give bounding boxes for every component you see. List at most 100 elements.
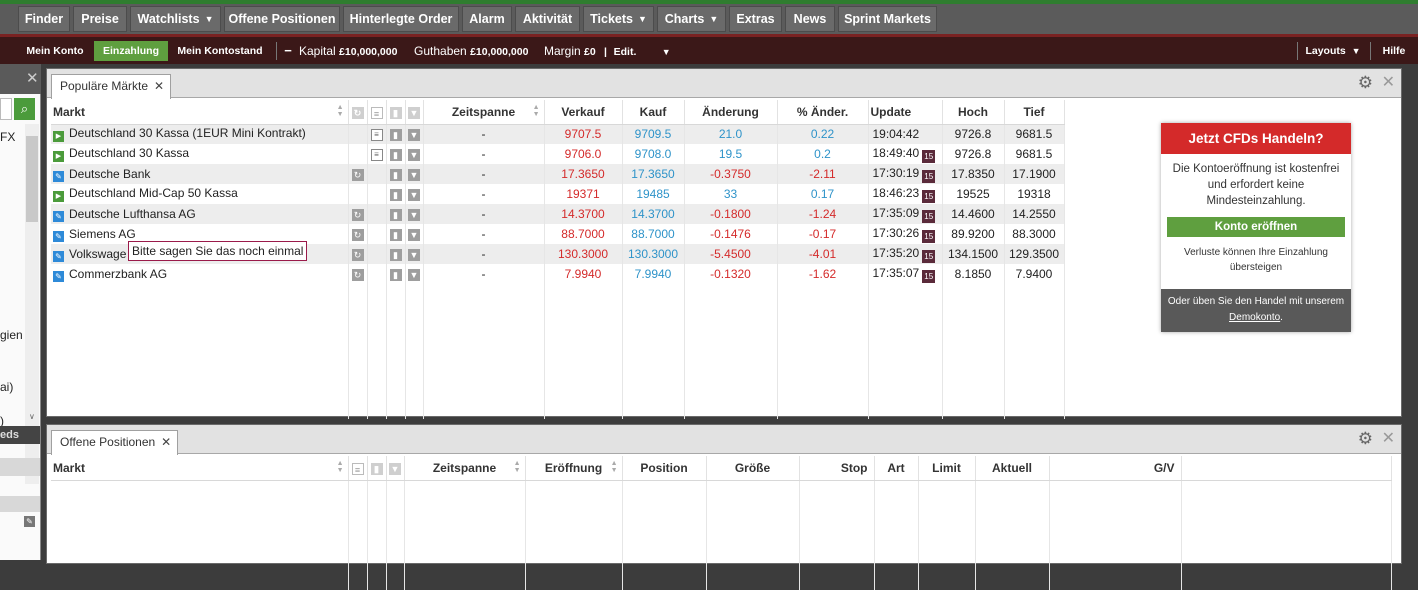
chevron-down-icon[interactable]: ▼	[408, 208, 420, 221]
nav-watchlists[interactable]: Watchlists ▼	[130, 6, 221, 32]
market-name[interactable]: Deutschland 30 Kassa	[69, 146, 189, 160]
market-name[interactable]: Deutschland Mid-Cap 50 Kassa	[69, 186, 238, 200]
chevron-down-icon[interactable]: ▼	[408, 188, 420, 201]
play-icon[interactable]: ▶	[53, 131, 64, 143]
hilfe-button[interactable]: Hilfe	[1376, 41, 1412, 61]
scroll-down-icon[interactable]: ∨	[29, 412, 35, 421]
kauf-cell[interactable]: 9708.0	[622, 144, 685, 164]
verkauf-cell[interactable]: 88.7000	[544, 224, 623, 244]
chevron-down-icon[interactable]: ▼	[408, 168, 420, 181]
market-name[interactable]: Volkswage	[69, 247, 126, 261]
nav-news[interactable]: News	[785, 6, 835, 32]
verkauf-cell[interactable]: 19371	[544, 184, 623, 204]
kontostand-button[interactable]: Mein Kontostand	[172, 41, 268, 61]
nav-charts[interactable]: Charts ▼	[657, 6, 726, 32]
play-icon[interactable]: ▶	[53, 191, 64, 202]
left-list-item[interactable]: eds	[0, 426, 40, 444]
bar-chart-icon[interactable]: ▮	[389, 168, 402, 181]
verkauf-cell[interactable]: 9707.5	[544, 124, 623, 144]
tab-offene-positionen[interactable]: Offene Positionen ✕	[51, 430, 179, 455]
nav-alarm[interactable]: Alarm	[462, 6, 512, 32]
nav-extras[interactable]: Extras	[729, 6, 782, 32]
pencil-icon[interactable]: ✎	[53, 230, 64, 242]
close-icon[interactable]: ✕	[1382, 428, 1395, 448]
kauf-cell[interactable]: 14.3700	[622, 204, 685, 224]
sort-icon[interactable]: ▲ ▼	[337, 460, 344, 474]
col-header-stop[interactable]: Stop	[799, 456, 875, 481]
kauf-cell[interactable]: 7.9940	[622, 264, 685, 284]
pencil-icon[interactable]: ✎	[53, 170, 64, 182]
tab-populaere-maerkte[interactable]: Populäre Märkte ✕	[51, 74, 172, 99]
nav-preise[interactable]: Preise	[73, 6, 127, 32]
col-header-verkauf[interactable]: Verkauf	[544, 100, 623, 125]
col-header-art[interactable]: Art	[874, 456, 919, 481]
bar-chart-icon[interactable]: ▮	[389, 188, 402, 201]
bar-chart-icon[interactable]: ▮	[389, 208, 402, 221]
refresh-icon[interactable]: ↻	[351, 248, 364, 261]
col-header-zeitspanne[interactable]: Zeitspanne ▲ ▼	[404, 456, 526, 481]
bar-chart-icon[interactable]: ▮	[389, 248, 402, 261]
col-header-aktuell[interactable]: Aktuell	[975, 456, 1050, 481]
bar-chart-icon[interactable]: ▮	[389, 228, 402, 241]
kauf-cell[interactable]: 88.7000	[622, 224, 685, 244]
market-name[interactable]: Commerzbank AG	[69, 267, 167, 281]
col-header-hoch[interactable]: Hoch	[942, 100, 1005, 125]
market-row[interactable]: ✎ Deutsche Lufthansa AG ↻ ▮ ▼ -14.3700 14.3700…	[51, 204, 1065, 224]
col-header-markt[interactable]: Markt ▲ ▼	[51, 456, 349, 481]
col-header-gv[interactable]: G/V	[1049, 456, 1182, 481]
chevron-down-icon[interactable]: ▼	[408, 129, 420, 142]
verkauf-cell[interactable]: 17.3650	[544, 164, 623, 184]
nav-hinterlegte-order[interactable]: Hinterlegte Order	[343, 6, 459, 32]
nav-offene-positionen[interactable]: Offene Positionen	[224, 6, 340, 32]
refresh-icon[interactable]: ↻	[351, 208, 364, 221]
edit-dropdown[interactable]: | Edit. ▼	[604, 40, 671, 63]
market-name[interactable]: Deutsche Bank	[69, 167, 150, 181]
market-row[interactable]: ▶ Deutschland Mid-Cap 50 Kassa ▮ ▼ -19371 194…	[51, 184, 1065, 204]
col-header-groesse[interactable]: Größe	[706, 456, 800, 481]
market-name-cell[interactable]: ✎ Deutsche Lufthansa AG	[51, 204, 349, 224]
market-name-cell[interactable]: ▶ Deutschland 30 Kassa (1EUR Mini Kontrak…	[51, 124, 349, 144]
gear-icon[interactable]: ⚙	[1358, 73, 1373, 93]
market-name-cell[interactable]: ▶ Deutschland Mid-Cap 50 Kassa	[51, 184, 349, 204]
market-name[interactable]: Siemens AG	[69, 227, 136, 241]
collapse-icon[interactable]: −	[282, 41, 294, 61]
market-name[interactable]: Deutsche Lufthansa AG	[69, 207, 196, 221]
chevron-down-icon[interactable]: ▼	[408, 268, 420, 281]
left-list-item[interactable]: ai)	[0, 380, 13, 394]
col-header-limit[interactable]: Limit	[918, 456, 976, 481]
scrollbar-thumb[interactable]	[26, 136, 38, 222]
left-list-item[interactable]: FX	[0, 130, 15, 144]
pencil-icon[interactable]: ✎	[24, 516, 35, 527]
refresh-icon[interactable]: ↻	[351, 228, 364, 241]
refresh-icon[interactable]: ↻	[351, 168, 364, 181]
sort-icon[interactable]: ▲ ▼	[514, 460, 521, 474]
nav-aktivität[interactable]: Aktivität	[515, 6, 580, 32]
market-name-cell[interactable]: ▶ Deutschland 30 Kassa	[51, 144, 349, 164]
col-header-markt[interactable]: Markt ▲ ▼	[51, 100, 349, 125]
konto-eroeffnen-button[interactable]: Konto eröffnen	[1167, 217, 1345, 237]
close-icon[interactable]: ✕	[1382, 72, 1395, 92]
verkauf-cell[interactable]: 14.3700	[544, 204, 623, 224]
close-icon[interactable]: ✕	[161, 431, 171, 454]
sort-icon[interactable]: ▲ ▼	[337, 104, 344, 118]
col-header-aenderung[interactable]: Änderung	[684, 100, 778, 125]
gear-icon[interactable]: ⚙	[1358, 429, 1373, 449]
sort-icon[interactable]: ▲ ▼	[611, 460, 618, 474]
chevron-down-icon[interactable]: ▼	[408, 148, 420, 161]
col-header-zeitspanne[interactable]: Zeitspanne ▲ ▼	[423, 100, 545, 125]
col-header-kauf[interactable]: Kauf	[622, 100, 685, 125]
mein-konto-button[interactable]: Mein Konto	[20, 41, 90, 61]
layouts-dropdown[interactable]: Layouts ▼	[1303, 41, 1363, 61]
bar-chart-icon[interactable]: ▮	[389, 268, 402, 281]
chevron-down-icon[interactable]: ▼	[408, 228, 420, 241]
market-row[interactable]: ▶ Deutschland 30 Kassa ≡ ▮ ▼ -9706.0 9708.0 19.…	[51, 144, 1065, 164]
col-header-position[interactable]: Position	[622, 456, 707, 481]
kauf-cell[interactable]: 17.3650	[622, 164, 685, 184]
market-row[interactable]: ▶ Deutschland 30 Kassa (1EUR Mini Kontrak…	[51, 124, 1065, 144]
left-search-input[interactable]	[0, 98, 12, 120]
col-header-eroeffnung[interactable]: Eröffnung ▲ ▼	[525, 456, 623, 481]
col-header-pct[interactable]: % Änder.	[777, 100, 869, 125]
search-icon[interactable]: ⌕	[14, 98, 35, 120]
market-name-cell[interactable]: ✎ Commerzbank AG	[51, 264, 349, 284]
verkauf-cell[interactable]: 130.3000	[544, 244, 623, 264]
